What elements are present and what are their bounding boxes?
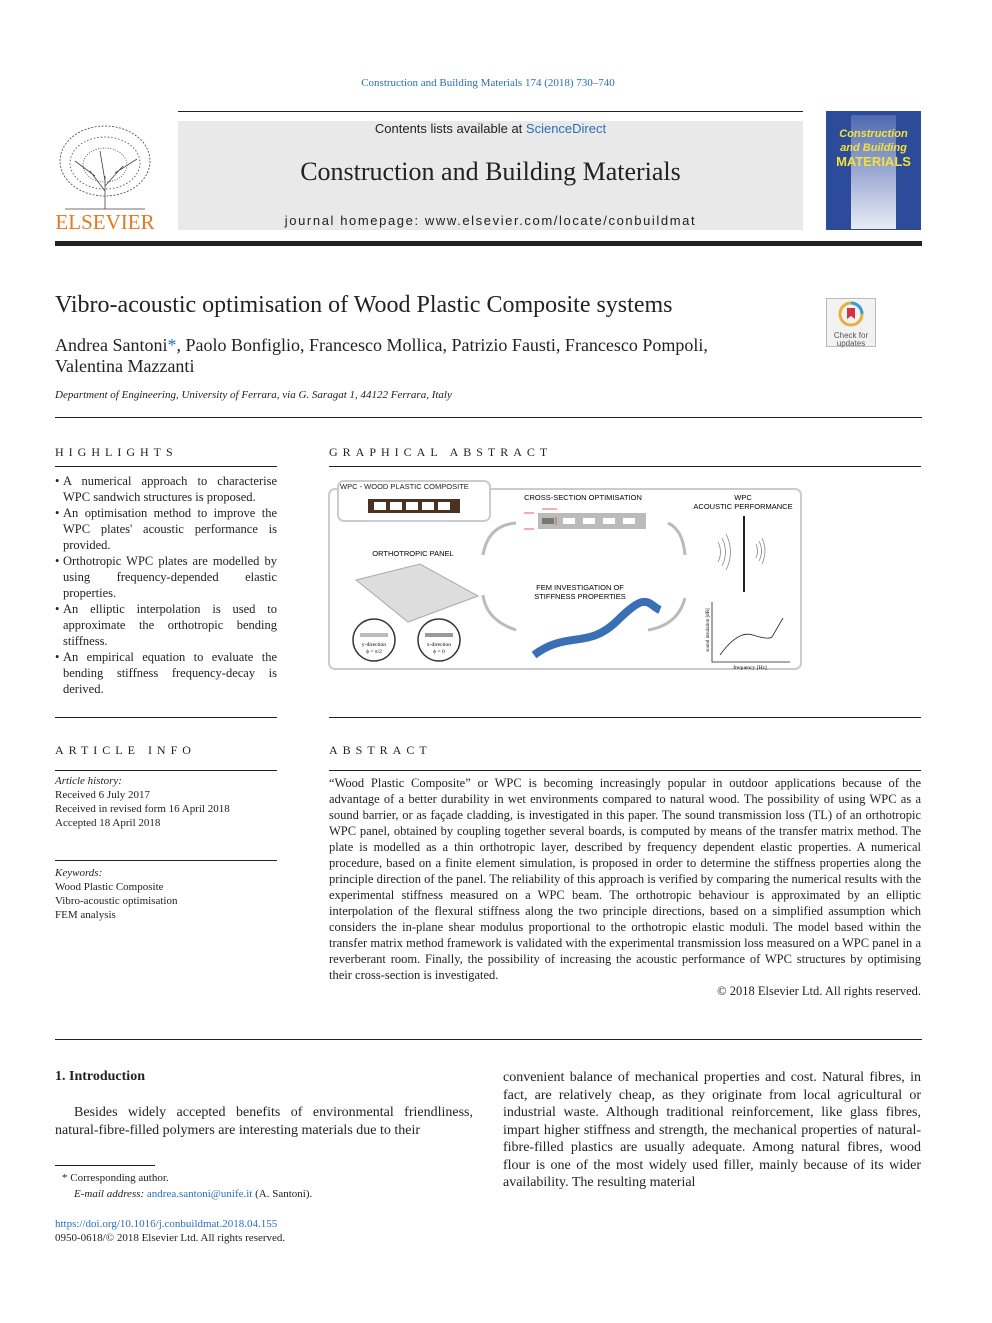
article-history: Article history: Received 6 July 2017 Re… (55, 775, 230, 829)
wpc-label: WPC - WOOD PLASTIC COMPOSITE (340, 482, 469, 491)
divider (55, 466, 277, 467)
article-title: Vibro-acoustic optimisation of Wood Plas… (55, 292, 673, 318)
issn: 0950-0618/© 2018 Elsevier Ltd. All right… (55, 1232, 286, 1244)
abstract-heading: ABSTRACT (329, 743, 432, 757)
fem-label: FEM INVESTIGATION OF (536, 583, 624, 592)
elsevier-logo: ELSEVIER (55, 121, 155, 234)
wpc-performance-label: WPC (734, 493, 752, 502)
divider (55, 417, 922, 418)
email-link[interactable]: andrea.santoni@unife.it (147, 1188, 252, 1200)
highlight-item: A numerical approach to characterise WPC… (55, 473, 277, 505)
x-direction-label: x-direction (427, 642, 451, 648)
article-info-heading: ARTICLE INFO (55, 743, 196, 757)
plot-x-label: frequency [Hz] (733, 664, 767, 671)
divider (55, 717, 277, 718)
copyright: © 2018 Elsevier Ltd. All rights reserved… (717, 984, 921, 998)
check-for-updates-button[interactable]: Check for updates (826, 298, 876, 348)
divider (329, 770, 921, 771)
footnote: * Corresponding author. E-mail address: … (62, 1172, 313, 1200)
divider (55, 770, 277, 771)
paper-page: Construction and Building Materials 174 … (0, 0, 992, 1323)
journal-title: Construction and Building Materials (300, 157, 681, 186)
journal-homepage[interactable]: journal homepage: www.elsevier.com/locat… (178, 213, 803, 228)
intro-right-column: convenient balance of mechanical propert… (503, 1070, 921, 1190)
plot-y-label: sound insulation [dB] (706, 608, 711, 652)
journal-masthead: Contents lists available at ScienceDirec… (178, 121, 803, 230)
divider (55, 860, 277, 861)
wpc-performance-label: ACOUSTIC PERFORMANCE (693, 502, 792, 511)
divider (55, 1039, 922, 1040)
affiliation: Department of Engineering, University of… (55, 389, 452, 401)
cross-section-label: CROSS-SECTION OPTIMISATION (524, 493, 642, 502)
highlight-item: An elliptic interpolation is used to app… (55, 601, 277, 649)
check-updates-icon (838, 301, 864, 327)
journal-citation-link[interactable]: Construction and Building Materials 174 … (0, 77, 976, 89)
y-direction-phi: ϕ = π/2 (366, 649, 382, 655)
highlights-heading: HIGHLIGHTS (55, 445, 178, 459)
contents-line: Contents lists available at ScienceDirec… (374, 121, 607, 136)
intro-left-column: Besides widely accepted benefits of envi… (55, 1105, 473, 1138)
y-direction-label: y-direction (362, 642, 386, 648)
abstract-body: “Wood Plastic Composite” or WPC is becom… (329, 776, 921, 998)
footnote-rule (55, 1165, 155, 1166)
highlights-list: A numerical approach to characterise WPC… (55, 473, 277, 697)
elsevier-wordmark: ELSEVIER (55, 210, 154, 233)
header-rule (55, 241, 922, 246)
fem-label: STIFFNESS PROPERTIES (534, 592, 626, 601)
intro-heading: 1. Introduction (55, 1069, 145, 1084)
divider (178, 111, 803, 112)
graphical-abstract-figure: WPC - WOOD PLASTIC COMPOSITE CROSS-SECTI… (328, 480, 803, 680)
divider (329, 717, 921, 718)
keywords: Keywords: Wood Plastic Composite Vibro-a… (55, 867, 178, 921)
journal-cover[interactable]: Construction and Building MATERIALS (826, 111, 921, 230)
graphical-abstract-heading: GRAPHICAL ABSTRACT (329, 445, 553, 459)
highlight-item: An optimisation method to improve the WP… (55, 505, 277, 553)
sciencedirect-link[interactable]: ScienceDirect (526, 121, 606, 136)
orthotropic-label: ORTHOTROPIC PANEL (372, 549, 453, 558)
divider (329, 466, 921, 467)
author-list: Andrea Santoni*, Paolo Bonfiglio, France… (55, 335, 708, 376)
highlight-item: Orthotropic WPC plates are modelled by u… (55, 553, 277, 601)
highlight-item: An empirical equation to evaluate the be… (55, 649, 277, 697)
x-direction-phi: ϕ = 0 (433, 649, 445, 655)
